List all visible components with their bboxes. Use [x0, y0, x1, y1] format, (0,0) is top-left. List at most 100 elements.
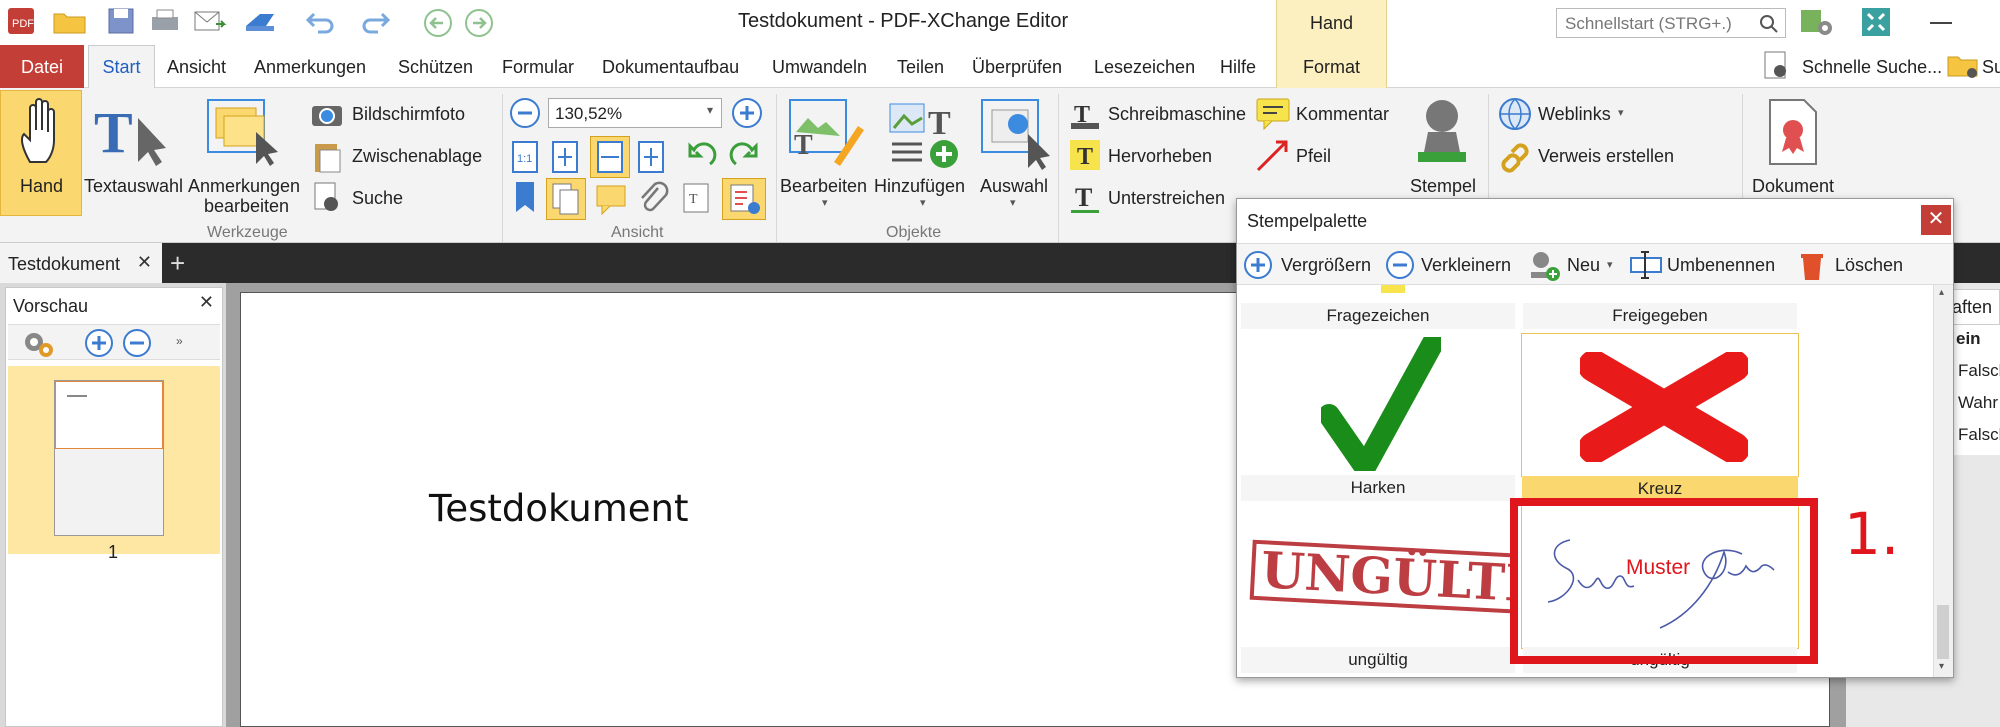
thumbnail-text-line: [67, 395, 87, 397]
tab-schuetzen[interactable]: Schützen: [398, 57, 473, 78]
tab-format-label[interactable]: Format: [1303, 57, 1360, 78]
redo-icon[interactable]: [356, 6, 392, 36]
attachments-icon[interactable]: [636, 180, 670, 216]
scroll-up-icon[interactable]: ▴: [1939, 287, 1944, 298]
svg-text:T: T: [689, 192, 698, 207]
clipboard-button[interactable]: Zwischenablage: [352, 146, 482, 167]
close-tab-icon[interactable]: ✕: [137, 252, 152, 273]
rename-icon[interactable]: [1629, 250, 1663, 280]
screenshot-button[interactable]: Bildschirmfoto: [352, 104, 465, 125]
fit-width-icon: [597, 141, 623, 173]
quick-search-button[interactable]: Schnelle Suche...: [1802, 57, 1942, 78]
palette-scrollbar[interactable]: ▴ ▾: [1933, 285, 1953, 677]
bookmarks-icon[interactable]: [510, 180, 540, 216]
tab-start[interactable]: Start: [88, 45, 155, 89]
zoom-out-icon[interactable]: [508, 96, 542, 130]
email-icon[interactable]: [192, 6, 228, 36]
weblinks-button[interactable]: Weblinks: [1538, 104, 1611, 125]
zoom-in-icon[interactable]: [730, 96, 764, 130]
window-title: Testdokument - PDF-XChange Editor: [738, 10, 1069, 32]
hand-icon: [21, 98, 55, 163]
underline-button[interactable]: Unterstreichen: [1108, 188, 1225, 209]
callout-step-number: 1.: [1844, 500, 1900, 568]
save-icon[interactable]: [106, 6, 136, 36]
shrink-icon[interactable]: [1385, 250, 1415, 280]
undo-icon[interactable]: [304, 6, 340, 36]
document-properties-icon[interactable]: [1764, 96, 1822, 168]
trash-icon[interactable]: [1797, 248, 1827, 282]
text-select-label: Textauswahl: [84, 176, 184, 196]
rotate-left-icon[interactable]: [684, 140, 718, 174]
clipboard-icon: [315, 144, 341, 173]
tab-anmerkungen[interactable]: Anmerkungen: [254, 57, 366, 78]
search-button[interactable]: Suche: [352, 188, 403, 209]
stamp-ungueltig[interactable]: UNGÜLTIG: [1241, 503, 1515, 647]
palette-close-button[interactable]: ✕: [1921, 205, 1951, 235]
print-icon[interactable]: [148, 6, 182, 36]
rename-button[interactable]: Umbenennen: [1667, 255, 1775, 276]
scroll-thumb[interactable]: [1937, 605, 1949, 659]
typewriter-button[interactable]: Schreibmaschine: [1108, 104, 1246, 125]
property-value[interactable]: Wahr: [1958, 393, 1998, 413]
new-tab-plus-icon[interactable]: +: [170, 248, 185, 279]
fullscreen-icon[interactable]: [1860, 6, 1894, 40]
preview-zoom-in-icon[interactable]: [84, 328, 114, 358]
rotate-right-icon[interactable]: [728, 140, 762, 174]
new-stamp-button[interactable]: Neu: [1567, 255, 1600, 276]
select-objects-icon[interactable]: [978, 96, 1056, 172]
stamp-caption: Freigegeben: [1523, 303, 1797, 329]
actual-size-icon[interactable]: 1:1: [510, 140, 540, 174]
back-icon[interactable]: [422, 8, 454, 40]
fit-page-icon[interactable]: [550, 140, 580, 174]
scroll-down-icon[interactable]: ▾: [1939, 661, 1944, 672]
shrink-button[interactable]: Verkleinern: [1421, 255, 1511, 276]
create-link-button[interactable]: Verweis erstellen: [1538, 146, 1674, 167]
stamp-kreuz[interactable]: [1521, 333, 1799, 477]
property-value[interactable]: Falsch: [1958, 425, 2000, 445]
comment-button[interactable]: Kommentar: [1296, 104, 1389, 125]
add-objects-label: Hinzufügen: [874, 176, 966, 196]
open-folder-icon[interactable]: [52, 8, 88, 36]
preview-zoom-out-icon[interactable]: [122, 328, 152, 358]
scan-icon[interactable]: [242, 8, 286, 34]
tab-ueberpruefen[interactable]: Überprüfen: [972, 57, 1062, 78]
quick-launch-search[interactable]: Schnellstart (STRG+.): [1556, 8, 1786, 38]
tab-hilfe[interactable]: Hilfe: [1220, 57, 1256, 78]
text-select-icon[interactable]: T: [92, 100, 170, 166]
tab-dokumentaufbau[interactable]: Dokumentaufbau: [602, 57, 739, 78]
edit-annotations-icon[interactable]: [204, 96, 288, 166]
property-value[interactable]: Falsch: [1958, 361, 2000, 381]
close-panel-icon[interactable]: ✕: [199, 292, 214, 313]
more-chevron-icon[interactable]: »: [176, 334, 183, 348]
settings-icon[interactable]: [1799, 6, 1835, 40]
page-thumbnail[interactable]: [54, 380, 164, 536]
document-tab-testdokument[interactable]: Testdokument ✕: [0, 243, 162, 283]
stamp-harken[interactable]: [1241, 333, 1515, 475]
enlarge-button[interactable]: Vergrößern: [1281, 255, 1371, 276]
page-number-label: 1: [108, 542, 119, 562]
highlight-button[interactable]: Hervorheben: [1108, 146, 1212, 167]
forward-icon[interactable]: [463, 8, 495, 40]
stamp-icon[interactable]: [1410, 96, 1474, 168]
delete-button[interactable]: Löschen: [1835, 255, 1903, 276]
minimize-button[interactable]: [1930, 22, 1952, 24]
fit-visible-icon[interactable]: [636, 140, 666, 174]
enlarge-icon[interactable]: [1243, 250, 1273, 280]
file-menu-button[interactable]: Datei: [0, 45, 84, 88]
tab-ansicht[interactable]: Ansicht: [167, 57, 226, 78]
zoom-combobox[interactable]: 130,52% ▾: [548, 98, 722, 128]
tab-umwandeln[interactable]: Umwandeln: [772, 57, 867, 78]
properties-icon[interactable]: T: [680, 180, 714, 216]
tab-lesezeichen[interactable]: Lesezeichen: [1094, 57, 1195, 78]
preview-options-gear-icon[interactable]: [20, 326, 60, 360]
tab-formular[interactable]: Formular: [502, 57, 574, 78]
add-objects-icon[interactable]: T: [886, 96, 964, 172]
search-truncated[interactable]: Su: [1982, 57, 2000, 78]
tab-teilen[interactable]: Teilen: [897, 57, 944, 78]
arrow-button[interactable]: Pfeil: [1296, 146, 1331, 167]
document-label: Dokument: [1752, 176, 1835, 196]
edit-objects-icon[interactable]: T: [786, 96, 864, 172]
svg-text:T: T: [928, 105, 951, 142]
comments-panel-icon[interactable]: [594, 182, 628, 216]
new-stamp-icon[interactable]: [1527, 248, 1563, 282]
